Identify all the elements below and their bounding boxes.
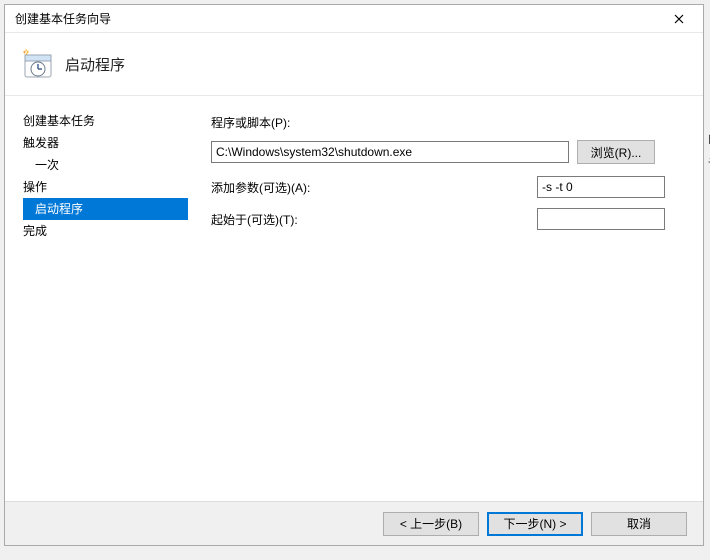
cancel-button[interactable]: 取消 bbox=[591, 512, 687, 536]
startin-label: 起始于(可选)(T): bbox=[211, 211, 537, 228]
args-input[interactable] bbox=[537, 176, 665, 198]
close-button[interactable] bbox=[661, 8, 697, 30]
wizard-content: 程序或脚本(P): 浏览(R)... 添加参数(可选)(A): 起始于(可选)(… bbox=[191, 96, 703, 501]
browse-button[interactable]: 浏览(R)... bbox=[577, 140, 655, 164]
sidebar-item-action[interactable]: 操作 bbox=[23, 176, 191, 198]
back-button[interactable]: < 上一步(B) bbox=[383, 512, 479, 536]
wizard-header: 启动程序 bbox=[5, 33, 703, 95]
sidebar-item-start-program[interactable]: 启动程序 bbox=[23, 198, 188, 220]
wizard-body: 创建基本任务 触发器 一次 操作 启动程序 完成 程序或脚本(P): 浏览(R)… bbox=[5, 95, 703, 501]
sidebar-item-create-task[interactable]: 创建基本任务 bbox=[23, 110, 191, 132]
wizard-footer: < 上一步(B) 下一步(N) > 取消 bbox=[5, 501, 703, 545]
sidebar-item-once[interactable]: 一次 bbox=[23, 154, 191, 176]
wizard-icon bbox=[19, 47, 53, 81]
program-label: 程序或脚本(P): bbox=[211, 114, 290, 131]
next-button[interactable]: 下一步(N) > bbox=[487, 512, 583, 536]
titlebar: 创建基本任务向导 bbox=[5, 5, 703, 33]
startin-input[interactable] bbox=[537, 208, 665, 230]
page-title: 启动程序 bbox=[65, 54, 125, 75]
wizard-window: 创建基本任务向导 启动程序 创建基本任务 触发器 一次 bbox=[4, 4, 704, 546]
program-input[interactable] bbox=[211, 141, 569, 163]
close-icon bbox=[674, 14, 684, 24]
sidebar-item-trigger[interactable]: 触发器 bbox=[23, 132, 191, 154]
window-title: 创建基本任务向导 bbox=[11, 10, 661, 27]
args-label: 添加参数(可选)(A): bbox=[211, 179, 537, 196]
wizard-sidebar: 创建基本任务 触发器 一次 操作 启动程序 完成 bbox=[5, 96, 191, 501]
sidebar-item-finish[interactable]: 完成 bbox=[23, 220, 191, 242]
